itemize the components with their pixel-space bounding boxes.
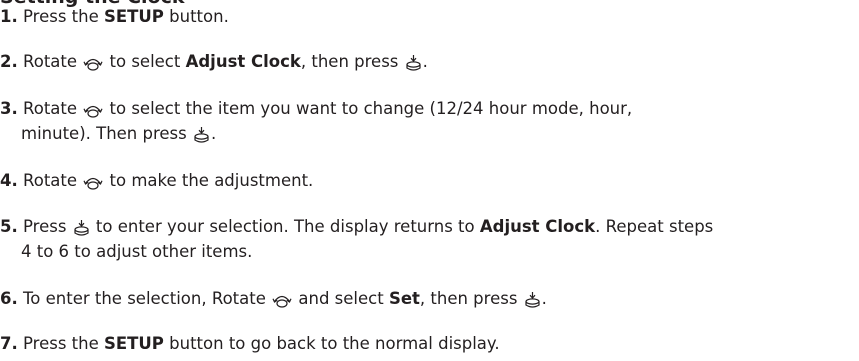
step-2: 2. Rotate to select Adjust Clock, then p… [0,49,859,75]
step-number: 7. [0,334,18,353]
step-text: to select the item you want to change (1… [104,99,633,118]
step-5: 5. Press to enter your selection. The di… [0,214,859,240]
menu-item-set: Set [388,289,420,308]
step-3-continued: minute). Then press . [0,121,859,147]
step-text: , then press [419,289,523,308]
step-number: 1. [0,7,18,26]
selector-knob-press-icon [405,54,422,72]
step-text: 4 to 6 to adjust other items. [21,242,253,261]
step-text: . [211,124,217,143]
selector-knob-press-icon [193,126,210,144]
step-3: 3. Rotate to select the item you want to… [0,96,859,122]
step-text: . Repeat steps [595,217,714,236]
selector-knob-rotate-icon [83,55,103,71]
step-text: button to go back to the normal display. [163,334,500,353]
step-text: . [541,289,547,308]
step-text: to make the adjustment. [104,171,314,190]
step-number: 2. [0,52,18,71]
selector-knob-rotate-icon [83,102,103,118]
step-7: 7. Press the SETUP button to go back to … [0,331,859,357]
step-text: . [422,52,428,71]
step-text: to enter your selection. The display ret… [90,217,480,236]
selector-knob-rotate-icon [83,174,103,190]
step-text: To enter the selection, Rotate [23,289,272,308]
step-text: Press the [23,334,104,353]
selector-knob-press-icon [524,291,541,309]
step-6: 6. To enter the selection, Rotate and se… [0,286,859,312]
step-text: to select [104,52,186,71]
step-number: 5. [0,217,18,236]
step-text: Rotate [23,52,83,71]
step-number: 3. [0,99,18,118]
setup-button-label: SETUP [104,334,164,353]
step-text: Press the [23,7,104,26]
instruction-page: Setting the Clock 1. Press the SETUP but… [0,0,859,361]
step-text: , then press [300,52,404,71]
step-4: 4. Rotate to make the adjustment. [0,168,859,194]
step-text: Rotate [23,99,83,118]
step-text: button. [163,7,229,26]
step-5-continued: 4 to 6 to adjust other items. [0,239,859,265]
step-number: 4. [0,171,18,190]
menu-item-adjust-clock: Adjust Clock [185,52,301,71]
step-text: Rotate [23,171,83,190]
selector-knob-rotate-icon [272,292,292,308]
menu-item-adjust-clock: Adjust Clock [479,217,596,236]
setup-button-label: SETUP [104,7,164,26]
selector-knob-press-icon [73,219,90,237]
step-text: and select [293,289,389,308]
step-text: Press [23,217,72,236]
step-number: 6. [0,289,18,308]
step-1: 1. Press the SETUP button. [0,4,859,30]
step-text: minute). Then press [21,124,192,143]
